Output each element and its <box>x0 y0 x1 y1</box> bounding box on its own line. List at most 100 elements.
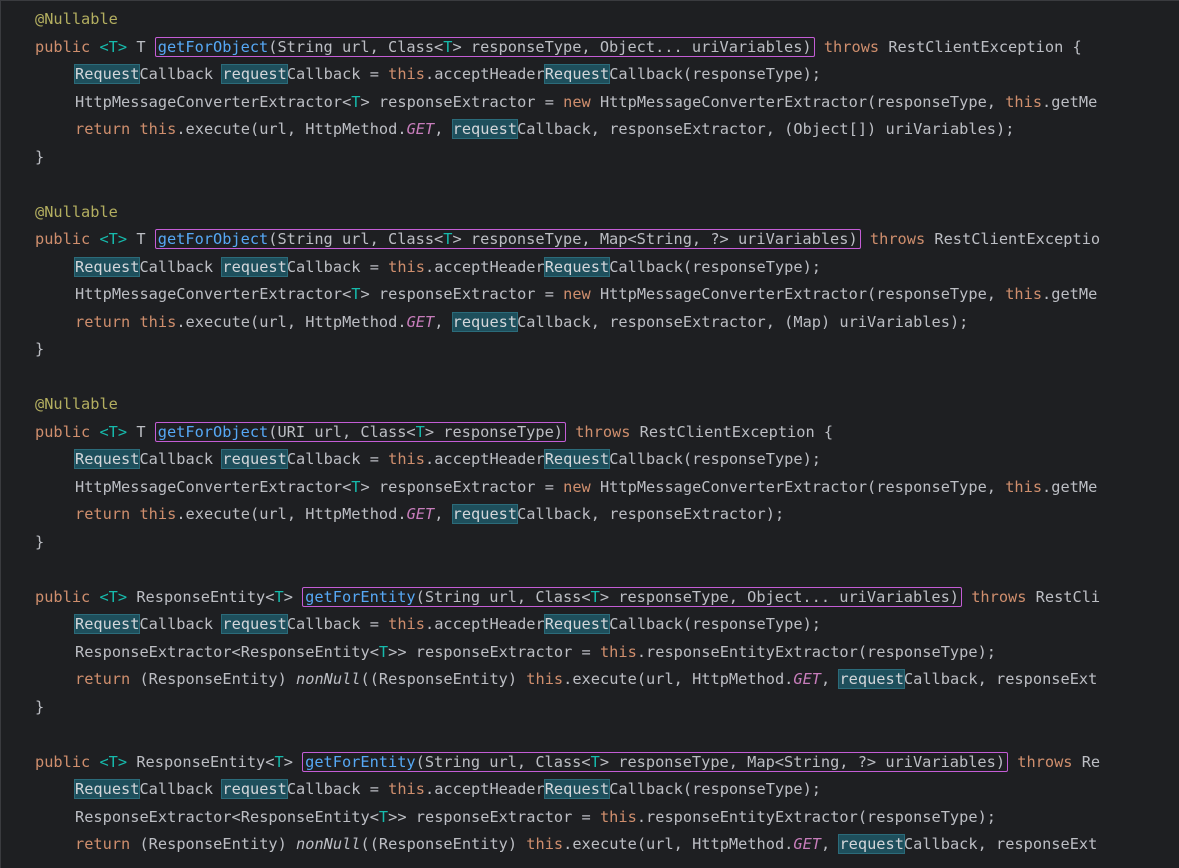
code-text: .responseEntityExtractor(responseType); <box>636 808 996 826</box>
code-text: HttpMessageConverterExtractor(responseTy… <box>590 285 1006 303</box>
keyword-new: new <box>563 93 591 111</box>
brace: } <box>35 698 45 716</box>
code-text: HttpMessageConverterExtractor(responseTy… <box>590 93 1006 111</box>
keyword-this: this <box>388 65 425 83</box>
method-name[interactable]: getForEntity <box>305 588 416 606</box>
code-text: .execute(url, HttpMethod. <box>176 120 407 138</box>
constant-get: GET <box>793 670 822 688</box>
code-line: return (ResponseEntity) nonNull((Respons… <box>75 668 1097 690</box>
code-text: Callback(responseType); <box>609 450 822 468</box>
code-text: .acceptHeader <box>424 65 545 83</box>
exception-text: RestClientException { <box>879 38 1082 56</box>
brace: } <box>35 340 45 358</box>
keyword-new: new <box>563 478 591 496</box>
type-param: T <box>274 753 284 771</box>
return-type: > <box>283 753 303 771</box>
annotation-line: @Nullable <box>35 201 118 223</box>
method-name[interactable]: getForObject <box>158 423 269 441</box>
method-signature: public <T> T getForObject(URI url, Class… <box>35 421 833 443</box>
code-text: .acceptHeader <box>424 450 545 468</box>
code-text: .getMe <box>1042 478 1098 496</box>
keyword-return: return <box>75 313 140 331</box>
code-text: .execute(url, HttpMethod. <box>563 670 794 688</box>
keyword-throws: throws <box>566 423 631 441</box>
brace: } <box>35 533 45 551</box>
code-text: , <box>434 505 453 523</box>
keyword-this: this <box>388 258 425 276</box>
keyword-this: this <box>139 120 177 138</box>
code-text: , <box>821 835 840 853</box>
keyword-this: this <box>388 615 425 633</box>
code-line: RequestCallback requestCallback = this.a… <box>73 256 822 278</box>
search-highlight: request <box>838 669 905 689</box>
code-text: Callback = <box>286 780 389 798</box>
method-name[interactable]: getForObject <box>158 38 269 56</box>
keyword-this: this <box>526 670 564 688</box>
keyword-throws: throws <box>860 230 926 248</box>
search-highlight: Request <box>543 64 611 84</box>
return-type: ResponseEntity< <box>127 753 275 771</box>
keyword-return: return <box>75 670 131 688</box>
code-line: HttpMessageConverterExtractor<T> respons… <box>75 283 1097 305</box>
code-text: , <box>434 120 453 138</box>
code-text: Callback = <box>286 450 389 468</box>
code-text: HttpMessageConverterExtractor(responseTy… <box>590 478 1006 496</box>
code-text: Callback <box>139 780 223 798</box>
search-highlight: request <box>451 504 519 524</box>
return-type: T <box>127 38 155 56</box>
type-param: T <box>415 423 425 441</box>
annotation-line: @Nullable <box>35 8 118 30</box>
exception-text: RestClientException { <box>630 423 834 441</box>
keyword-throws: throws <box>1008 753 1073 771</box>
type-param: T <box>351 93 361 111</box>
type-param: T <box>378 643 389 661</box>
type-param: <T> <box>99 230 128 248</box>
code-line: return this.execute(url, HttpMethod.GET,… <box>75 118 1014 140</box>
code-text: Callback <box>139 65 223 83</box>
type-param: T <box>590 753 600 771</box>
method-name[interactable]: getForObject <box>158 230 269 248</box>
nullable-annotation: @Nullable <box>35 10 118 28</box>
nullable-annotation: @Nullable <box>35 395 118 413</box>
constant-get: GET <box>793 835 822 853</box>
keyword-throws: throws <box>962 588 1027 606</box>
params-text: (URI url, Class< <box>268 423 416 441</box>
keyword-return: return <box>75 120 140 138</box>
method-signature: public <T> ResponseEntity<T> getForEntit… <box>35 586 1100 608</box>
type-param: <T> <box>99 38 128 56</box>
code-text: >> responseExtractor = <box>388 808 600 826</box>
return-type: > <box>283 588 303 606</box>
search-highlight: Request <box>543 449 611 469</box>
search-highlight: Request <box>73 257 141 277</box>
code-text: HttpMessageConverterExtractor< <box>75 93 352 111</box>
code-line: RequestCallback requestCallback = this.a… <box>73 448 822 470</box>
exception-text: RestCli <box>1026 588 1101 606</box>
search-highlight: Request <box>73 614 141 634</box>
code-editor[interactable]: @Nullable public <T> T getForObject(Stri… <box>0 0 1179 868</box>
params-text: > responseType, Object... uriVariables) <box>452 38 812 56</box>
highlight-box-signature: getForObject(String url, Class<T> respon… <box>154 37 815 57</box>
code-text: HttpMessageConverterExtractor< <box>75 285 352 303</box>
code-text: Callback(responseType); <box>609 258 822 276</box>
search-highlight: Request <box>73 779 141 799</box>
search-highlight: Request <box>543 257 611 277</box>
code-line: HttpMessageConverterExtractor<T> respons… <box>75 91 1097 113</box>
return-type: T <box>127 423 155 441</box>
code-text: Callback <box>139 258 223 276</box>
code-text: , <box>821 670 840 688</box>
code-text: Callback(responseType); <box>609 615 822 633</box>
method-signature: public <T> ResponseEntity<T> getForEntit… <box>35 751 1100 773</box>
params-text: > responseType, Object... uriVariables) <box>599 588 959 606</box>
keyword-this: this <box>139 505 177 523</box>
closing-brace: } <box>35 338 44 360</box>
annotation-line: @Nullable <box>35 393 118 415</box>
keyword-public: public <box>35 38 100 56</box>
highlight-box-signature: getForObject(String url, Class<T> respon… <box>154 229 861 249</box>
code-text: > responseExtractor = <box>360 93 564 111</box>
constant-get: GET <box>406 313 435 331</box>
params-text: > responseType, Map<String, ?> uriVariab… <box>452 230 858 248</box>
keyword-public: public <box>35 588 100 606</box>
search-highlight: Request <box>543 779 611 799</box>
code-text: Callback, responseExt <box>903 670 1098 688</box>
method-name[interactable]: getForEntity <box>305 753 416 771</box>
